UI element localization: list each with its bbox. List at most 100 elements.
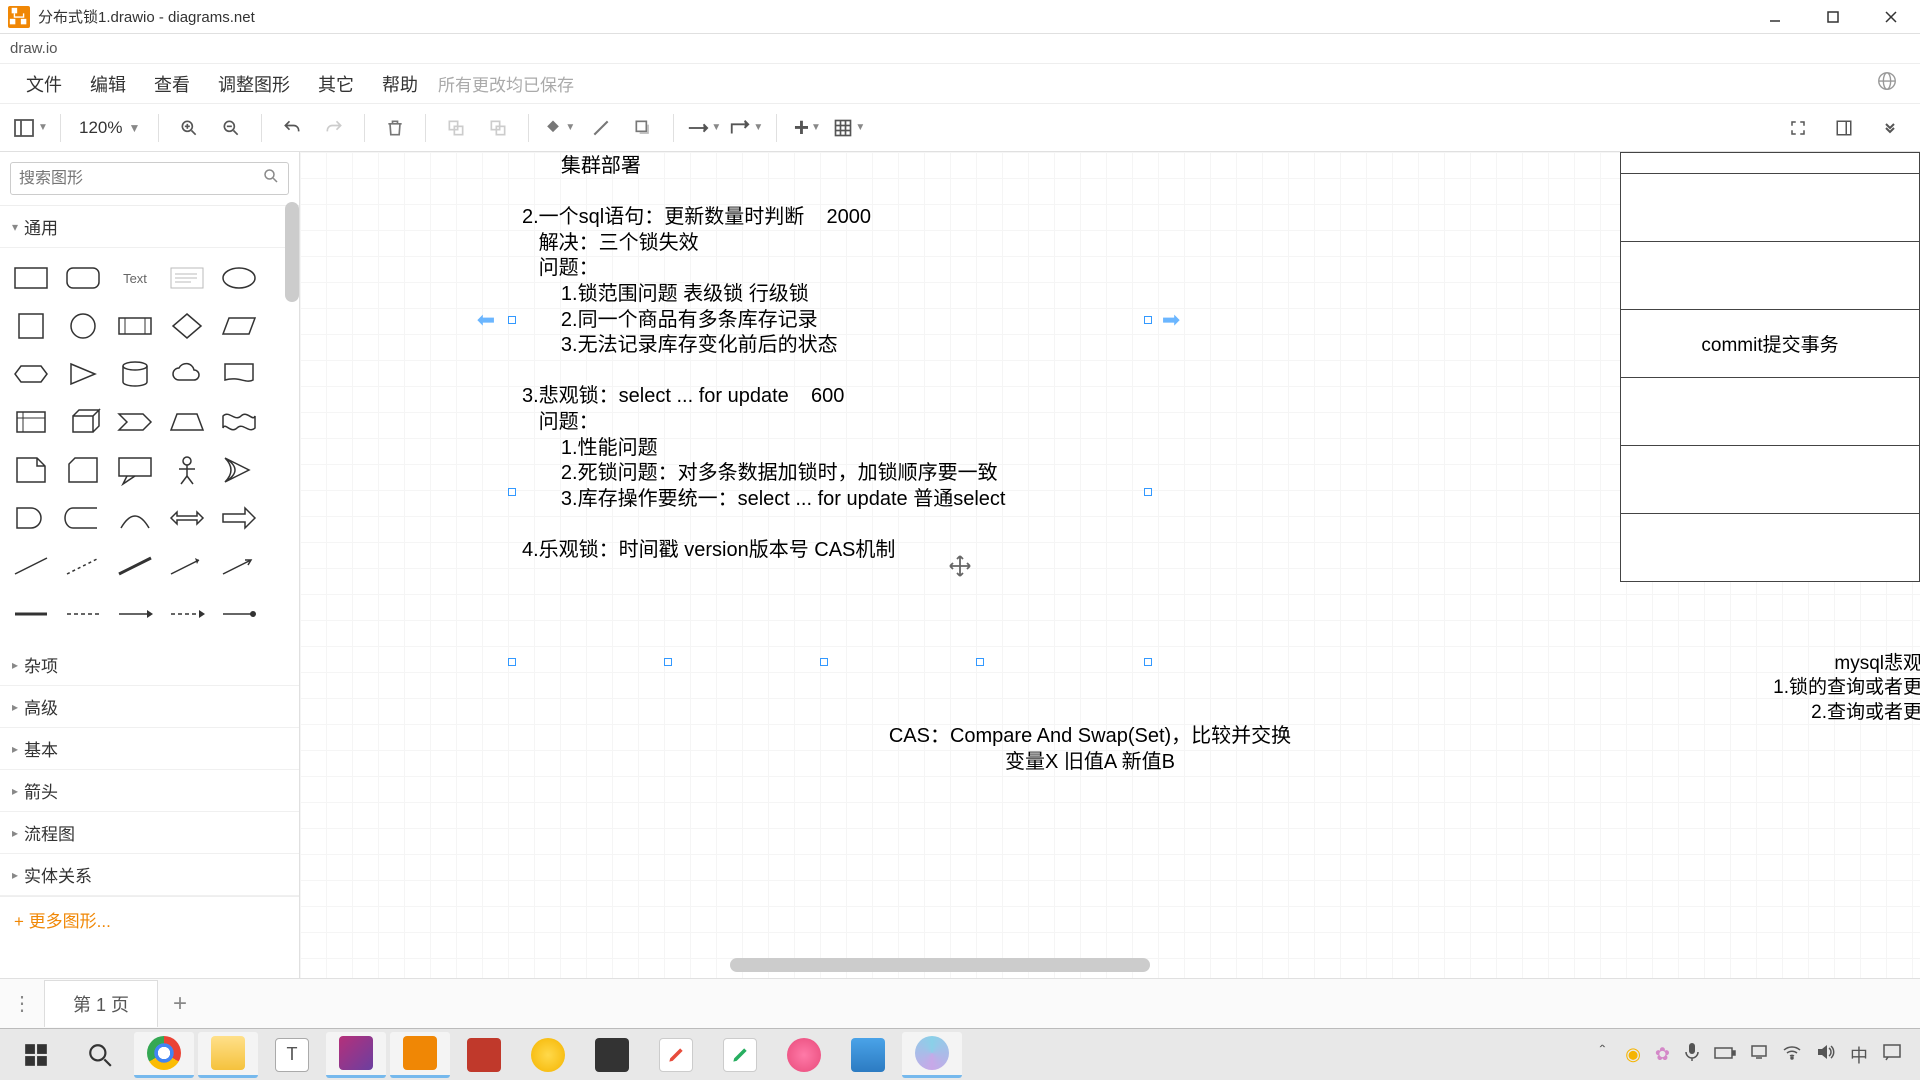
shape-diamond[interactable] bbox=[164, 306, 210, 346]
shape-hline-dash-arrow[interactable] bbox=[164, 594, 210, 634]
taskbar-text-editor[interactable]: T bbox=[262, 1032, 322, 1078]
canvas-area[interactable]: 集群部署 2.一个sql语句：更新数量时判断 2000 解决：三个锁失效 问题：… bbox=[300, 152, 1920, 978]
selection-handle[interactable] bbox=[976, 658, 984, 666]
shape-hline-dot-end[interactable] bbox=[216, 594, 262, 634]
taskbar-chrome[interactable] bbox=[134, 1032, 194, 1078]
tray-chevron-icon[interactable]: ＾ bbox=[1593, 1042, 1611, 1068]
shape-text[interactable]: Text bbox=[112, 258, 158, 298]
section-general[interactable]: ▾通用 bbox=[0, 206, 299, 248]
shape-hline-thick[interactable] bbox=[8, 594, 54, 634]
shape-process[interactable] bbox=[112, 306, 158, 346]
taskbar-app-rose[interactable] bbox=[774, 1032, 834, 1078]
shape-internal-storage[interactable] bbox=[8, 402, 54, 442]
zoom-select[interactable]: 120%▼ bbox=[73, 118, 146, 138]
shape-cylinder[interactable] bbox=[112, 354, 158, 394]
insert-button[interactable]: +▼ bbox=[789, 110, 825, 146]
shape-curve[interactable] bbox=[112, 498, 158, 538]
canvas-horizontal-scrollbar[interactable] bbox=[730, 958, 1150, 972]
shape-hline-dashed[interactable] bbox=[60, 594, 106, 634]
shape-cube[interactable] bbox=[60, 402, 106, 442]
menu-help[interactable]: 帮助 bbox=[368, 65, 432, 103]
tray-notifications-icon[interactable] bbox=[1882, 1043, 1902, 1066]
shape-ellipse[interactable] bbox=[216, 258, 262, 298]
taskbar-app-pen[interactable] bbox=[646, 1032, 706, 1078]
tray-wifi-icon[interactable] bbox=[1782, 1044, 1802, 1065]
section-er[interactable]: ▸实体关系 bbox=[0, 854, 299, 896]
tray-battery-icon[interactable] bbox=[1714, 1044, 1736, 1065]
shape-line-thick[interactable] bbox=[112, 546, 158, 586]
tray-app2-icon[interactable]: ✿ bbox=[1655, 1044, 1670, 1065]
menu-arrange[interactable]: 调整图形 bbox=[204, 65, 304, 103]
search-shapes-input[interactable] bbox=[10, 162, 289, 195]
selection-handle[interactable] bbox=[1144, 316, 1152, 324]
menu-edit[interactable]: 编辑 bbox=[76, 65, 140, 103]
section-basic[interactable]: ▸基本 bbox=[0, 728, 299, 770]
shape-card[interactable] bbox=[60, 450, 106, 490]
search-task-button[interactable] bbox=[70, 1032, 130, 1078]
to-back-button[interactable] bbox=[480, 110, 516, 146]
taskbar-app-yellow[interactable] bbox=[518, 1032, 578, 1078]
shape-textbox[interactable] bbox=[164, 258, 210, 298]
start-button[interactable] bbox=[6, 1032, 66, 1078]
diagram-text-cas[interactable]: CAS：Compare And Swap(Set)，比较并交换 变量X 旧值A … bbox=[830, 724, 1350, 775]
tray-app-icon[interactable]: ◉ bbox=[1625, 1044, 1641, 1065]
selection-handle[interactable] bbox=[1144, 658, 1152, 666]
shape-hline-arrow[interactable] bbox=[112, 594, 158, 634]
tray-volume-icon[interactable] bbox=[1816, 1043, 1836, 1066]
redo-button[interactable] bbox=[316, 110, 352, 146]
selection-handle[interactable] bbox=[1144, 488, 1152, 496]
undo-button[interactable] bbox=[274, 110, 310, 146]
waypoint-button[interactable]: ▼ bbox=[728, 110, 764, 146]
shape-note[interactable] bbox=[8, 450, 54, 490]
page-tab-1[interactable]: 第 1 页 bbox=[44, 980, 158, 1027]
section-misc[interactable]: ▸杂项 bbox=[0, 644, 299, 686]
shape-hexagon[interactable] bbox=[8, 354, 54, 394]
shape-tape[interactable] bbox=[216, 402, 262, 442]
zoom-out-button[interactable] bbox=[213, 110, 249, 146]
diagram-text-rightnote[interactable]: mysql悲观锁中 1.锁的查询或者更新条 2.查询或者更新条 bbox=[1773, 652, 1920, 725]
selection-handle[interactable] bbox=[508, 658, 516, 666]
diagram-table[interactable]: commit提交事务 bbox=[1620, 152, 1920, 582]
tray-ime-icon[interactable]: 中 bbox=[1850, 1042, 1868, 1068]
line-color-button[interactable] bbox=[583, 110, 619, 146]
shape-connector-open[interactable] bbox=[216, 546, 262, 586]
selection-handle[interactable] bbox=[664, 658, 672, 666]
shape-connector-arrow[interactable] bbox=[164, 546, 210, 586]
shape-square[interactable] bbox=[8, 306, 54, 346]
zoom-in-button[interactable] bbox=[171, 110, 207, 146]
maximize-button[interactable] bbox=[1804, 0, 1862, 34]
shape-actor[interactable] bbox=[164, 450, 210, 490]
shape-bidir-arrow[interactable] bbox=[164, 498, 210, 538]
shape-trapezoid[interactable] bbox=[164, 402, 210, 442]
section-arrows[interactable]: ▸箭头 bbox=[0, 770, 299, 812]
taskbar-ide[interactable] bbox=[326, 1032, 386, 1078]
taskbar-app-photo[interactable] bbox=[838, 1032, 898, 1078]
taskbar-app-red[interactable] bbox=[454, 1032, 514, 1078]
diagram-text-main[interactable]: 集群部署 2.一个sql语句：更新数量时判断 2000 解决：三个锁失效 问题：… bbox=[522, 154, 1005, 564]
sidebar-toggle-button[interactable]: ▼ bbox=[12, 110, 48, 146]
shape-triangle[interactable] bbox=[60, 354, 106, 394]
selection-handle[interactable] bbox=[820, 658, 828, 666]
format-panel-button[interactable] bbox=[1826, 110, 1862, 146]
connection-button[interactable]: ▼ bbox=[686, 110, 722, 146]
shape-link-dashed[interactable] bbox=[60, 546, 106, 586]
shadow-button[interactable] bbox=[625, 110, 661, 146]
shape-parallelogram[interactable] bbox=[216, 306, 262, 346]
shape-callout[interactable] bbox=[112, 450, 158, 490]
shape-document[interactable] bbox=[216, 354, 262, 394]
tray-mic-icon[interactable] bbox=[1684, 1042, 1700, 1067]
close-button[interactable] bbox=[1862, 0, 1920, 34]
shape-link-solid[interactable] bbox=[8, 546, 54, 586]
taskbar-explorer[interactable] bbox=[198, 1032, 258, 1078]
language-icon[interactable] bbox=[1876, 70, 1898, 97]
taskbar-app-paint[interactable] bbox=[710, 1032, 770, 1078]
taskbar-app-spiral[interactable] bbox=[902, 1032, 962, 1078]
shape-cloud[interactable] bbox=[164, 354, 210, 394]
menu-extras[interactable]: 其它 bbox=[304, 65, 368, 103]
shape-step[interactable] bbox=[112, 402, 158, 442]
minimize-button[interactable] bbox=[1746, 0, 1804, 34]
table-button[interactable]: ▼ bbox=[831, 110, 867, 146]
section-flowchart[interactable]: ▸流程图 bbox=[0, 812, 299, 854]
selection-handle[interactable] bbox=[508, 316, 516, 324]
fill-color-button[interactable]: ▼ bbox=[541, 110, 577, 146]
